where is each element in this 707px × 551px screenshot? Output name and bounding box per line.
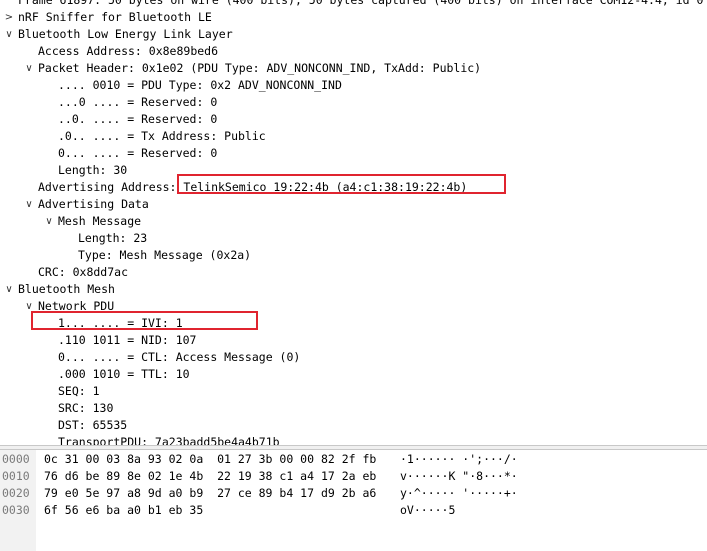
hex-bytes[interactable]: 6f 56 e6 ba a0 b1 eb 35 [44,502,203,519]
chevron-down-icon[interactable]: ∨ [24,196,34,213]
hex-offset: 0010 [2,469,30,483]
tree-row[interactable]: ∨ Advertising Data [0,196,707,213]
tree-row[interactable]: Length: 30 [0,162,707,179]
chevron-right-icon[interactable]: > [4,9,14,26]
tree-row[interactable]: ..0. .... = Reserved: 0 [0,111,707,128]
tree-row[interactable]: .0.. .... = Tx Address: Public [0,128,707,145]
hex-ascii[interactable]: y·^····· '·····+· [400,485,518,502]
tree-row-label: ..0. .... = Reserved: 0 [58,112,218,126]
tree-row-label: Type: Mesh Message (0x2a) [78,248,252,262]
tree-row-label: .0.. .... = Tx Address: Public [58,129,266,143]
tree-row[interactable]: ∨ Mesh Message [0,213,707,230]
tree-row[interactable]: ∨ Bluetooth Low Energy Link Layer [0,26,707,43]
tree-row-label: 1... .... = IVI: 1 [58,316,183,330]
tree-row[interactable]: TransportPDU: 7a23badd5be4a4b71b [0,434,707,445]
tree-row-label: Advertising Data [38,197,149,211]
tree-row[interactable]: Access Address: 0x8e89bed6 [0,43,707,60]
tree-row-label: Packet Header: 0x1e02 (PDU Type: ADV_NON… [38,61,482,75]
chevron-down-icon[interactable]: ∨ [24,60,34,77]
tree-row[interactable]: ∨ Packet Header: 0x1e02 (PDU Type: ADV_NO… [0,60,707,77]
hex-ascii[interactable]: oV·····5 [400,502,455,519]
tree-row-label: Bluetooth Low Energy Link Layer [18,27,233,41]
tree-row[interactable]: CRC: 0x8dd7ac [0,264,707,281]
packet-details-tree[interactable]: Frame 61897: 50 bytes on wire (400 bits)… [0,0,707,445]
hex-ascii[interactable]: v······K "·8···*· [400,468,518,485]
chevron-down-icon[interactable]: ∨ [24,298,34,315]
tree-row-label: DST: 65535 [58,418,128,432]
tree-row[interactable]: Type: Mesh Message (0x2a) [0,247,707,264]
tree-row-label: Advertising Address: TelinkSemico_19:22:… [38,180,468,194]
tree-row-label: Bluetooth Mesh [18,282,115,296]
tree-row-label: CRC: 0x8dd7ac [38,265,129,279]
hex-offset: 0000 [2,452,30,466]
tree-row-label: 0... .... = CTL: Access Message (0) [58,350,301,364]
tree-row[interactable]: Length: 23 [0,230,707,247]
hex-ascii[interactable]: ·1······ ·';···/· [400,451,518,468]
hex-bytes[interactable]: 79 e0 5e 97 a8 9d a0 b9 27 ce 89 b4 17 d… [44,485,376,502]
tree-row[interactable]: > nRF Sniffer for Bluetooth LE [0,9,707,26]
tree-row[interactable]: ∨ Network PDU [0,298,707,315]
hex-row[interactable]: 0030 6f 56 e6 ba a0 b1 eb 35 oV·····5 [0,502,707,519]
hex-bytes[interactable]: 76 d6 be 89 8e 02 1e 4b 22 19 38 c1 a4 1… [44,468,376,485]
tree-row[interactable]: Advertising Address: TelinkSemico_19:22:… [0,179,707,196]
hex-bytes[interactable]: 0c 31 00 03 8a 93 02 0a 01 27 3b 00 00 8… [44,451,376,468]
tree-row-label: ...0 .... = Reserved: 0 [58,95,218,109]
tree-row[interactable]: ...0 .... = Reserved: 0 [0,94,707,111]
tree-row-label: .... 0010 = PDU Type: 0x2 ADV_NONCONN_IN… [58,78,342,92]
hex-row[interactable]: 0000 0c 31 00 03 8a 93 02 0a 01 27 3b 00 … [0,451,707,468]
tree-row-label: Length: 23 [78,231,148,245]
tree-row[interactable]: .110 1011 = NID: 107 [0,332,707,349]
tree-row[interactable]: 1... .... = IVI: 1 [0,315,707,332]
tree-row-label: SEQ: 1 [58,384,100,398]
tree-row[interactable]: ∨ Bluetooth Mesh [0,281,707,298]
tree-row-label: Mesh Message [58,214,142,228]
hex-offset: 0020 [2,486,30,500]
tree-row-label: Access Address: 0x8e89bed6 [38,44,219,58]
tree-row[interactable]: .... 0010 = PDU Type: 0x2 ADV_NONCONN_IN… [0,77,707,94]
tree-row-label: nRF Sniffer for Bluetooth LE [18,10,212,24]
tree-row-label: TransportPDU: 7a23badd5be4a4b71b [58,435,280,445]
packet-bytes-pane[interactable]: 0000 0c 31 00 03 8a 93 02 0a 01 27 3b 00 … [0,450,707,551]
tree-row[interactable]: 0... .... = Reserved: 0 [0,145,707,162]
hex-row[interactable]: 0020 79 e0 5e 97 a8 9d a0 b9 27 ce 89 b4 … [0,485,707,502]
tree-row-label: .000 1010 = TTL: 10 [58,367,190,381]
tree-row-label: Frame 61897: 50 bytes on wire (400 bits)… [18,0,704,7]
chevron-down-icon[interactable]: ∨ [4,281,14,298]
tree-row-label: SRC: 130 [58,401,114,415]
tree-row[interactable]: SEQ: 1 [0,383,707,400]
tree-row[interactable]: .000 1010 = TTL: 10 [0,366,707,383]
tree-row-label: .110 1011 = NID: 107 [58,333,197,347]
tree-row[interactable]: SRC: 130 [0,400,707,417]
tree-row[interactable]: Frame 61897: 50 bytes on wire (400 bits)… [0,0,707,9]
chevron-down-icon[interactable]: ∨ [44,213,54,230]
tree-row-label: 0... .... = Reserved: 0 [58,146,218,160]
chevron-down-icon[interactable]: ∨ [4,26,14,43]
tree-row[interactable]: 0... .... = CTL: Access Message (0) [0,349,707,366]
hex-offset: 0030 [2,503,30,517]
tree-row-label: Network PDU [38,299,115,313]
hex-row[interactable]: 0010 76 d6 be 89 8e 02 1e 4b 22 19 38 c1 … [0,468,707,485]
tree-row-label: Length: 30 [58,163,128,177]
tree-row[interactable]: DST: 65535 [0,417,707,434]
